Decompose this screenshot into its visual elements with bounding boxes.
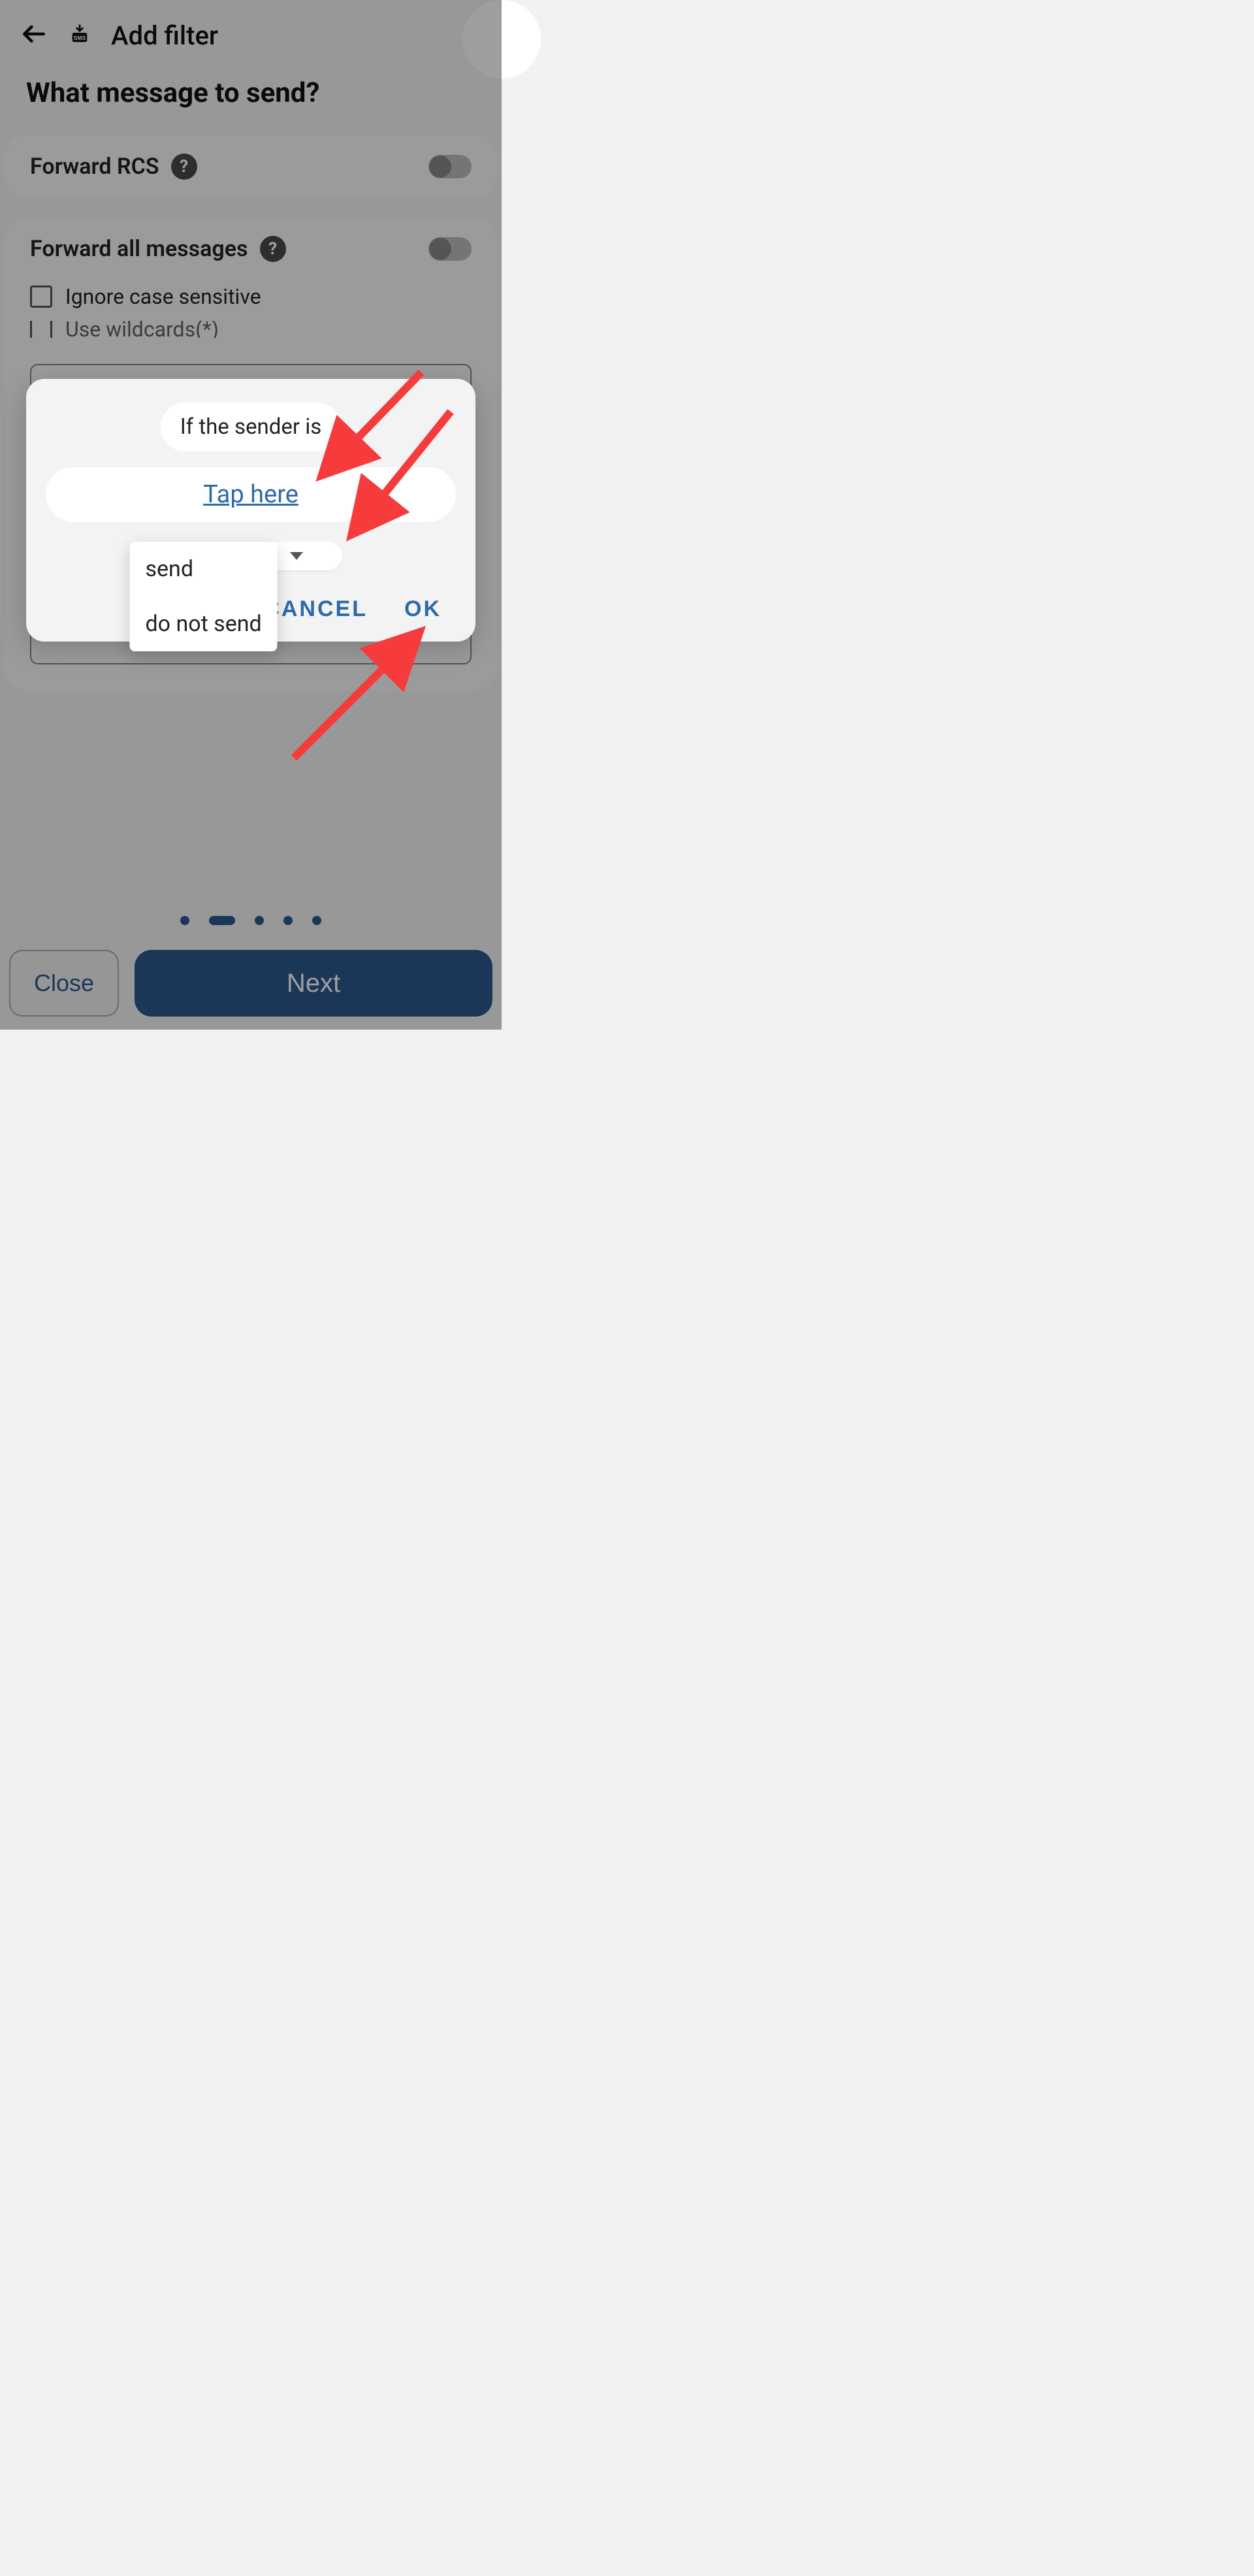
cancel-button[interactable]: CANCEL xyxy=(263,596,368,622)
action-dropdown-menu: send do not send xyxy=(129,542,277,651)
condition-pill[interactable]: If the sender is xyxy=(161,402,342,451)
ok-button[interactable]: OK xyxy=(404,596,442,622)
tap-here-link[interactable]: Tap here xyxy=(203,480,298,509)
screen-root: SMS Add filter What message to send? For… xyxy=(0,0,502,1030)
sender-input-pill[interactable]: Tap here xyxy=(46,467,456,522)
menu-item-send[interactable]: send xyxy=(129,542,277,596)
filter-dialog: If the sender is Tap here send do not se… xyxy=(26,379,475,642)
chevron-down-icon xyxy=(290,552,303,560)
menu-item-do-not-send[interactable]: do not send xyxy=(129,596,277,651)
